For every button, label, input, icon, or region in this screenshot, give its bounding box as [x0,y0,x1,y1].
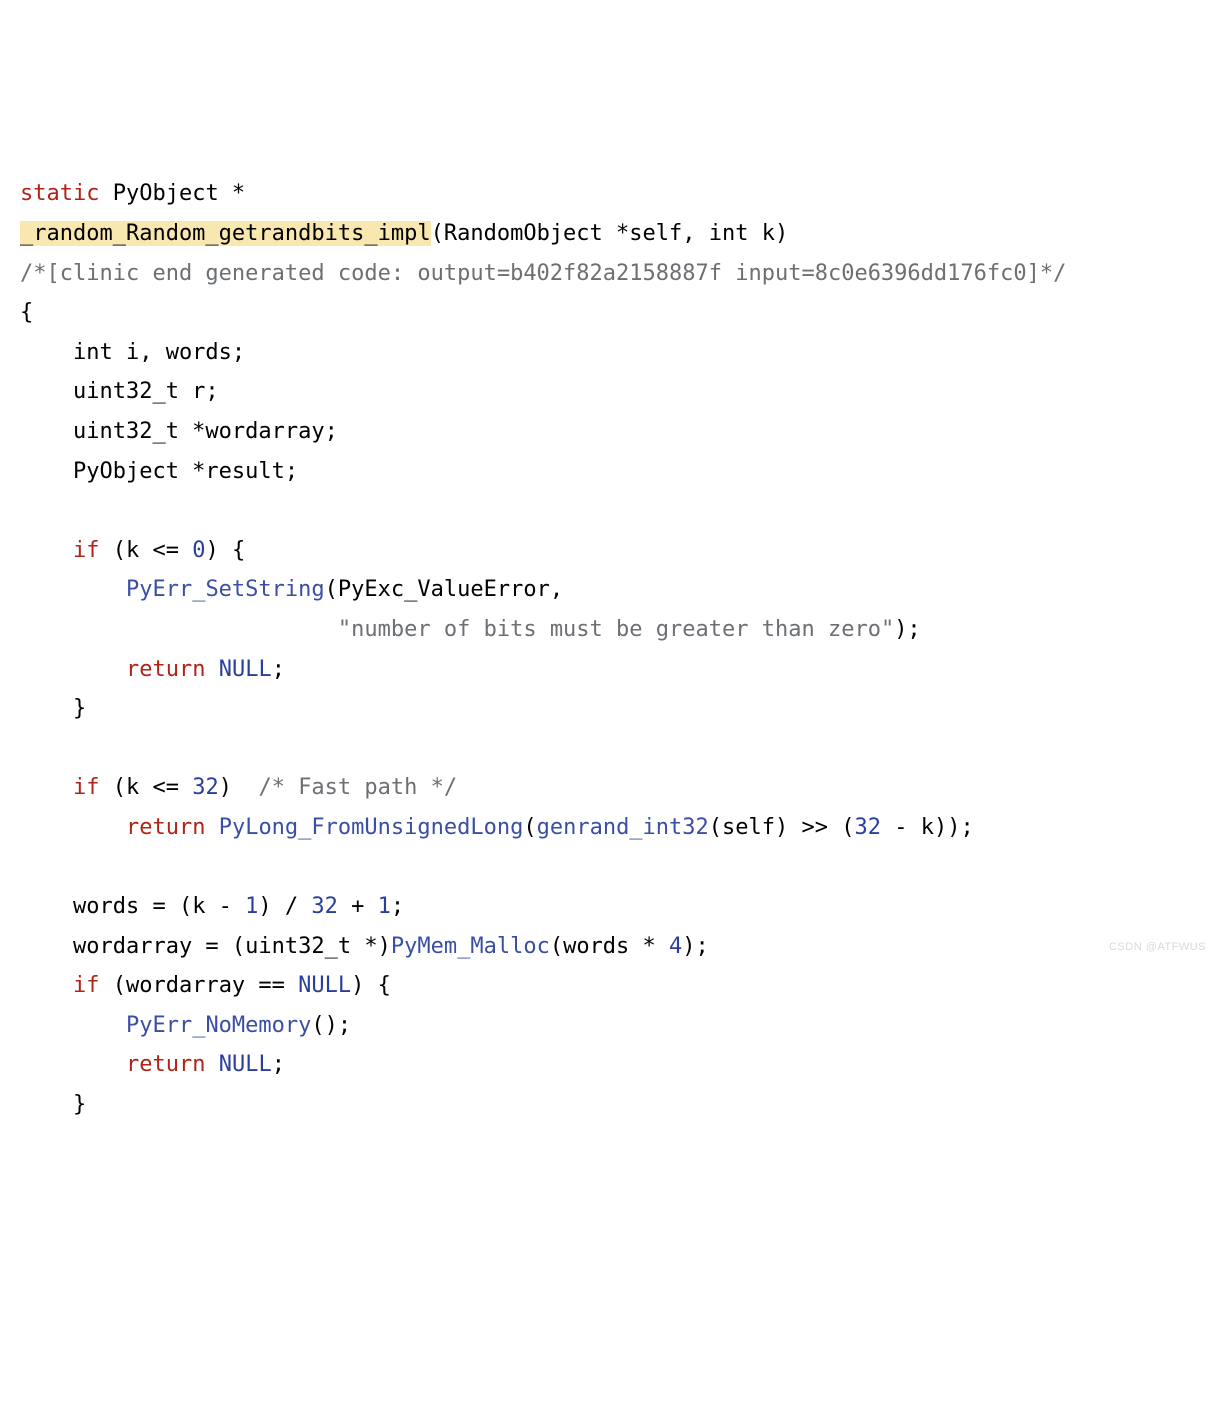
text: ) { [205,538,245,563]
line-13: return NULL; [20,657,285,682]
indent [20,973,73,998]
function-call: genrand_int32 [537,815,709,840]
text: PyObject * [99,181,245,206]
indent [20,815,126,840]
function-call: PyErr_NoMemory [126,1013,311,1038]
space [205,815,218,840]
function-name-highlight: _random_Random_getrandbits_impl [20,221,431,246]
text: ; [272,657,285,682]
space [205,1052,218,1077]
line-2: _random_Random_getrandbits_impl(RandomOb… [20,221,788,246]
string-literal: "number of bits must be greater than zer… [338,617,894,642]
text: ); [894,617,921,642]
number-literal: 0 [192,538,205,563]
line-5: int i, words; [20,340,245,365]
text: (k <= [99,775,192,800]
text: (words * [550,934,669,959]
text: ) [219,775,259,800]
text: ( [523,815,536,840]
number-literal: 32 [311,894,338,919]
text: words = (k - [73,894,245,919]
keyword-return: return [126,1052,205,1077]
line-1: static PyObject * [20,181,245,206]
line-4: { [20,300,33,325]
indent [20,657,126,682]
text: (self) >> ( [709,815,855,840]
null-literal: NULL [219,657,272,682]
line-12: "number of bits must be greater than zer… [20,617,921,642]
indent [20,617,338,642]
indent [20,1013,126,1038]
text: ); [682,934,709,959]
text: (RandomObject *self, int k) [431,221,789,246]
line-8: PyObject *result; [20,459,298,484]
space [205,657,218,682]
text: ) / [258,894,311,919]
clinic-comment: /*[clinic end generated code: output=b40… [20,261,1066,286]
text: ) { [351,973,391,998]
code-block: static PyObject * _random_Random_getrand… [20,174,1198,1124]
indent [20,934,73,959]
keyword-if: if [73,973,100,998]
number-literal: 1 [245,894,258,919]
indent [20,1052,126,1077]
line-11: PyErr_SetString(PyExc_ValueError, [20,577,563,602]
number-literal: 32 [192,775,219,800]
text: ; [391,894,404,919]
text: (PyExc_ValueError, [325,577,563,602]
indent [20,538,73,563]
line-22: PyErr_NoMemory(); [20,1013,351,1038]
line-6: uint32_t r; [20,379,219,404]
function-call: PyLong_FromUnsignedLong [219,815,524,840]
line-21: if (wordarray == NULL) { [20,973,391,998]
line-3: /*[clinic end generated code: output=b40… [20,261,1066,286]
function-call: PyErr_SetString [126,577,325,602]
line-14: } [20,696,86,721]
text: (); [311,1013,351,1038]
line-16: if (k <= 32) /* Fast path */ [20,775,457,800]
indent [20,894,73,919]
watermark: CSDN @ATFWUS [1109,938,1206,958]
number-literal: 4 [669,934,682,959]
keyword-if: if [73,538,100,563]
number-literal: 1 [378,894,391,919]
line-23: return NULL; [20,1052,285,1077]
line-20: wordarray = (uint32_t *)PyMem_Malloc(wor… [20,934,709,959]
line-10: if (k <= 0) { [20,538,245,563]
line-7: uint32_t *wordarray; [20,419,338,444]
line-17: return PyLong_FromUnsignedLong(genrand_i… [20,815,974,840]
function-call: PyMem_Malloc [391,934,550,959]
keyword-return: return [126,815,205,840]
keyword-return: return [126,657,205,682]
text: (k <= [99,538,192,563]
text: wordarray = (uint32_t *) [73,934,391,959]
text: (wordarray == [99,973,298,998]
number-literal: 32 [854,815,881,840]
line-24: } [20,1092,86,1117]
comment-fastpath: /* Fast path */ [258,775,457,800]
keyword-if: if [73,775,100,800]
null-literal: NULL [219,1052,272,1077]
indent [20,775,73,800]
keyword-static: static [20,181,99,206]
line-19: words = (k - 1) / 32 + 1; [20,894,404,919]
indent [20,577,126,602]
text: + [338,894,378,919]
null-literal: NULL [298,973,351,998]
text: - k)); [881,815,974,840]
text: ; [272,1052,285,1077]
